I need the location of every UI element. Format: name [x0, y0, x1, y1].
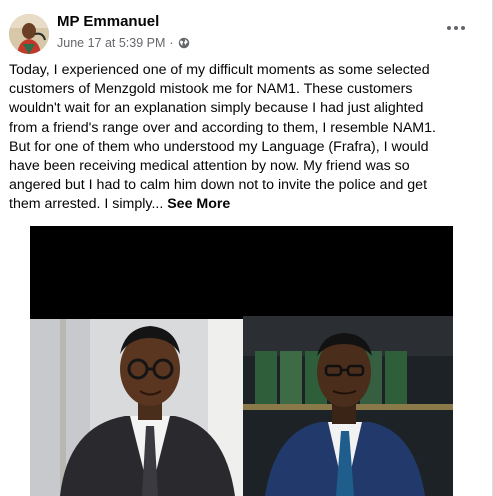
- post-text-tail: them arrested. I simply...: [9, 196, 168, 213]
- post-media: [0, 226, 492, 496]
- more-options-icon: [447, 26, 451, 30]
- post-header: MP Emmanuel June 17 at 5:39 PM ·: [0, 0, 492, 62]
- avatar-image: [9, 14, 49, 54]
- more-options-icon: [461, 26, 465, 30]
- more-options-button[interactable]: [443, 22, 469, 34]
- post-text-line: wouldn't wait for an explanation simply …: [9, 100, 424, 117]
- post-text-line: Today, I experienced one of my difficult…: [9, 62, 430, 78]
- post-text-line-last: them arrested. I simply... See More: [9, 195, 483, 214]
- post-photo[interactable]: [30, 226, 453, 496]
- right-portrait: [243, 316, 453, 496]
- post-text-line: have been receiving medical attention by…: [9, 158, 410, 175]
- photo-image: [30, 226, 453, 496]
- post-text-line: angered but I had to calm him down not t…: [9, 177, 428, 194]
- post-text-line: customers of Menzgold mistook me for NAM…: [9, 81, 413, 98]
- post-text-line: from a friend's range over and according…: [9, 119, 436, 136]
- more-options-icon: [454, 26, 458, 30]
- post-timestamp[interactable]: June 17 at 5:39 PM: [57, 36, 165, 50]
- post-text-line: But for one of them who understood my La…: [9, 138, 429, 155]
- meta-separator: ·: [169, 36, 174, 50]
- post-body: Today, I experienced one of my difficult…: [9, 61, 483, 215]
- post-meta: June 17 at 5:39 PM ·: [57, 36, 190, 50]
- left-portrait: [30, 319, 243, 496]
- see-more-link[interactable]: See More: [167, 196, 230, 212]
- author-avatar[interactable]: [9, 14, 49, 54]
- globe-icon[interactable]: [178, 37, 190, 49]
- post-card: MP Emmanuel June 17 at 5:39 PM · Today, …: [0, 0, 493, 496]
- author-name[interactable]: MP Emmanuel: [57, 13, 159, 30]
